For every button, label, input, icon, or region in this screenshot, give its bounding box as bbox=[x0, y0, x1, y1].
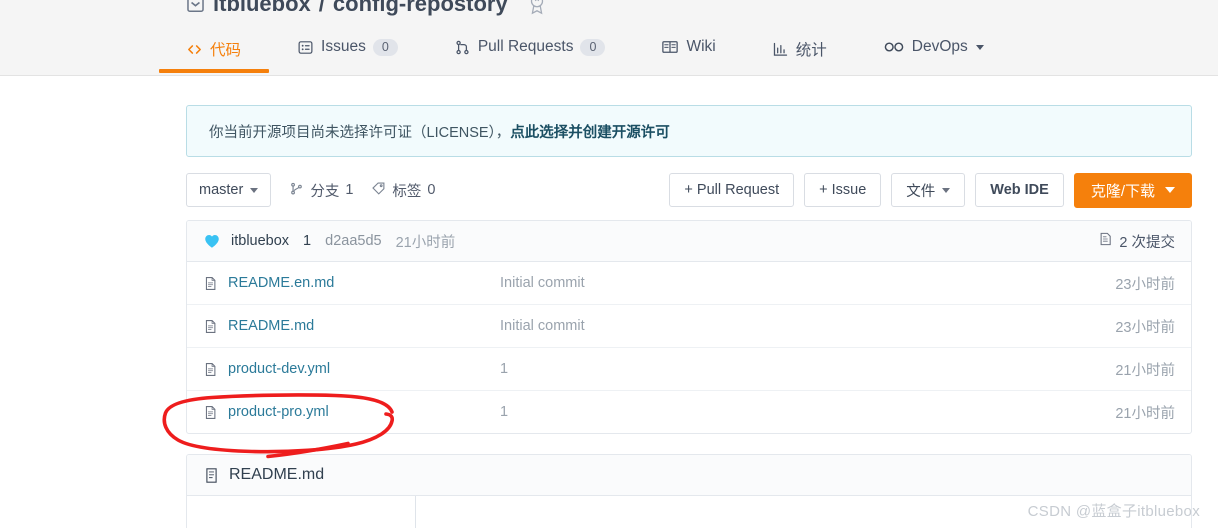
file-name-link[interactable]: product-dev.yml bbox=[228, 361, 500, 377]
file-commit-message: 1 bbox=[500, 404, 509, 420]
latest-commit-bar: itbluebox 1 d2aa5d5 21小时前 2 次提交 bbox=[187, 221, 1191, 262]
license-create-link[interactable]: 点此选择并创建开源许可 bbox=[510, 121, 670, 142]
branches-count: 1 bbox=[345, 182, 354, 198]
readme-title: README.md bbox=[229, 466, 325, 483]
file-text-icon bbox=[203, 466, 220, 485]
repo-title: itbluebox / config-repostory bbox=[186, 0, 548, 17]
tags-link[interactable]: 标签 0 bbox=[371, 180, 435, 201]
chevron-down-icon bbox=[1165, 187, 1175, 193]
new-issue-button[interactable]: + Issue bbox=[804, 173, 882, 207]
tab-issues[interactable]: Issues 0 bbox=[297, 38, 398, 68]
repo-name[interactable]: config-repostory bbox=[333, 0, 508, 17]
infinity-icon bbox=[883, 39, 905, 55]
tab-pull-requests[interactable]: Pull Requests 0 bbox=[454, 38, 606, 68]
license-notice: 你当前开源项目尚未选择许可证（LICENSE）， 点此选择并创建开源许可 bbox=[186, 105, 1192, 157]
commit-author[interactable]: itbluebox bbox=[231, 233, 289, 249]
tag-icon bbox=[371, 181, 386, 200]
file-text-icon bbox=[203, 275, 218, 292]
repo-tabs: 代码 Issues 0 Pull Requests 0 Wiki 统计 DevO… bbox=[159, 38, 984, 76]
file-commit-time: 21小时前 bbox=[1115, 362, 1175, 379]
repo-book-icon bbox=[186, 0, 205, 14]
tab-wiki-label: Wiki bbox=[686, 38, 716, 55]
commit-message[interactable]: 1 bbox=[303, 233, 311, 249]
files-menu-button[interactable]: 文件 bbox=[891, 173, 966, 207]
web-ide-button[interactable]: Web IDE bbox=[975, 173, 1064, 207]
commit-history-icon bbox=[1098, 231, 1113, 251]
tags-count: 0 bbox=[427, 182, 436, 198]
branch-icon bbox=[289, 181, 304, 200]
file-commit-message: Initial commit bbox=[500, 318, 585, 334]
tab-active-underline bbox=[159, 69, 270, 73]
file-text-icon bbox=[203, 318, 218, 335]
file-browser-panel: itbluebox 1 d2aa5d5 21小时前 2 次提交 README.e… bbox=[186, 220, 1192, 434]
tab-statistics-label: 统计 bbox=[795, 42, 827, 59]
repo-toolbar: master 分支 1 标签 0 + Pull Request + Issue … bbox=[186, 172, 1192, 208]
code-brackets-icon bbox=[186, 41, 203, 58]
tab-issues-label: Issues bbox=[321, 38, 366, 55]
new-pull-request-button[interactable]: + Pull Request bbox=[669, 173, 795, 207]
toolbar-actions: + Pull Request + Issue 文件 Web IDE 克隆/下载 bbox=[669, 172, 1192, 208]
files-menu-label: 文件 bbox=[906, 183, 936, 200]
commit-hash[interactable]: d2aa5d5 bbox=[325, 233, 381, 249]
award-badge-icon bbox=[526, 0, 548, 15]
file-text-icon bbox=[203, 361, 218, 378]
pull-request-icon bbox=[454, 39, 471, 56]
repo-owner[interactable]: itbluebox bbox=[213, 0, 311, 17]
chevron-down-icon bbox=[942, 187, 951, 193]
file-commit-message: Initial commit bbox=[500, 275, 585, 291]
file-text-icon bbox=[203, 404, 218, 421]
file-name-link[interactable]: product-pro.yml bbox=[228, 404, 500, 420]
tab-code[interactable]: 代码 bbox=[159, 38, 270, 73]
file-commit-message: 1 bbox=[500, 361, 509, 377]
tab-devops[interactable]: DevOps bbox=[883, 38, 984, 68]
repo-content: 你当前开源项目尚未选择许可证（LICENSE）， 点此选择并创建开源许可 mas… bbox=[186, 76, 1192, 528]
commit-count-link[interactable]: 2 次提交 bbox=[1098, 231, 1175, 252]
repo-header-band: itbluebox / config-repostory 代码 Issues 0… bbox=[0, 0, 1218, 76]
wiki-book-icon bbox=[661, 38, 679, 56]
bar-chart-icon bbox=[772, 41, 789, 58]
table-row[interactable]: product-dev.yml 1 21小时前 bbox=[187, 348, 1191, 391]
repo-meta-group: 分支 1 标签 0 bbox=[289, 180, 435, 201]
tags-label: 标签 bbox=[392, 183, 422, 200]
file-commit-time: 23小时前 bbox=[1115, 276, 1175, 293]
tab-code-label: 代码 bbox=[210, 42, 242, 59]
chevron-down-icon bbox=[250, 187, 259, 193]
table-row[interactable]: README.en.md Initial commit 23小时前 bbox=[187, 262, 1191, 305]
branch-selector-label: master bbox=[199, 182, 244, 198]
file-commit-time: 21小时前 bbox=[1115, 405, 1175, 422]
commit-count-label: 2 次提交 bbox=[1119, 234, 1175, 251]
tab-wiki[interactable]: Wiki bbox=[661, 38, 716, 68]
branches-label: 分支 bbox=[310, 183, 340, 200]
repo-title-separator: / bbox=[318, 0, 325, 16]
clone-download-label: 克隆/下载 bbox=[1090, 182, 1155, 200]
watermark: CSDN @蓝盒子itbluebox bbox=[1027, 503, 1200, 520]
page-root: itbluebox / config-repostory 代码 Issues 0… bbox=[0, 0, 1218, 528]
readme-header: README.md bbox=[187, 455, 1191, 496]
user-avatar-icon[interactable] bbox=[203, 232, 221, 250]
chevron-down-icon bbox=[975, 44, 984, 50]
commit-time: 21小时前 bbox=[395, 234, 456, 251]
file-name-link[interactable]: README.en.md bbox=[228, 275, 500, 291]
branch-selector-button[interactable]: master bbox=[186, 173, 272, 207]
tab-pull-requests-label: Pull Requests bbox=[477, 38, 574, 55]
tab-devops-label: DevOps bbox=[911, 38, 968, 55]
license-notice-text: 你当前开源项目尚未选择许可证（LICENSE）， bbox=[209, 124, 511, 141]
clone-download-button[interactable]: 克隆/下载 bbox=[1073, 172, 1192, 208]
file-commit-time: 23小时前 bbox=[1115, 319, 1175, 336]
tab-pull-requests-count: 0 bbox=[580, 38, 606, 56]
branches-link[interactable]: 分支 1 bbox=[289, 180, 353, 201]
table-row[interactable]: product-pro.yml 1 21小时前 bbox=[187, 391, 1191, 433]
table-row[interactable]: README.md Initial commit 23小时前 bbox=[187, 305, 1191, 348]
tab-statistics[interactable]: 统计 bbox=[772, 38, 827, 72]
tab-issues-count: 0 bbox=[372, 38, 398, 56]
file-name-link[interactable]: README.md bbox=[228, 318, 500, 334]
issues-list-icon bbox=[297, 39, 314, 56]
readme-table-cell bbox=[187, 496, 416, 528]
